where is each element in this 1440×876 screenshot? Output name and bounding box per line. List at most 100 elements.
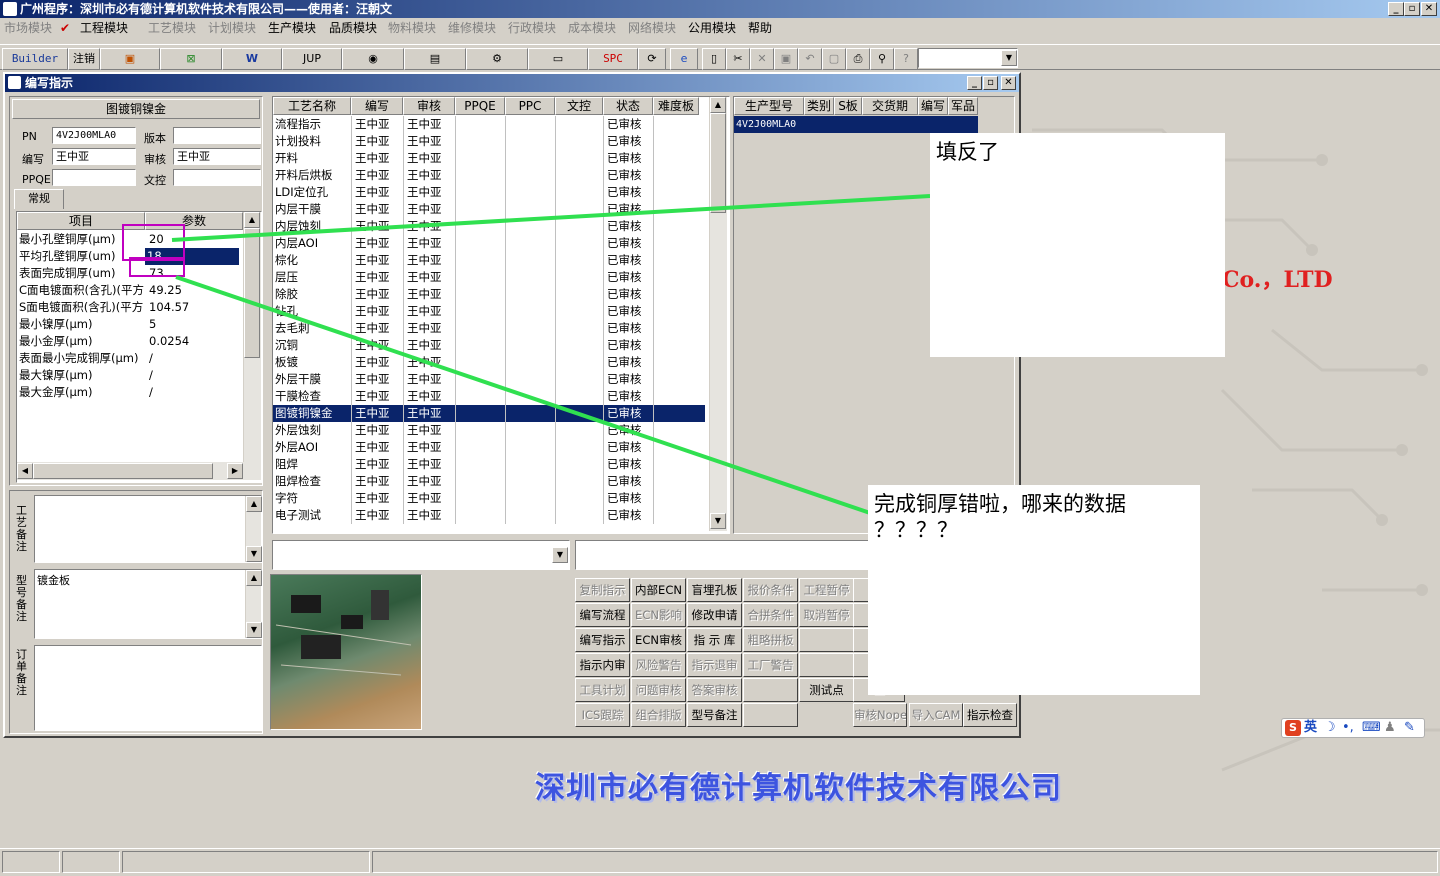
help-icon[interactable]: ? bbox=[894, 48, 918, 70]
param-value[interactable]: 49.25 bbox=[147, 282, 241, 299]
menu-maintenance[interactable]: 维修模块 bbox=[448, 19, 496, 37]
order-col-header[interactable]: 编写 bbox=[918, 97, 948, 115]
word-icon[interactable]: W bbox=[222, 48, 282, 70]
scroll-up-icon[interactable]: ▲ bbox=[246, 570, 262, 586]
action-button[interactable]: 测试点 bbox=[799, 678, 854, 702]
action-button[interactable]: 型号备注 bbox=[687, 703, 742, 727]
menu-cost[interactable]: 成本模块 bbox=[568, 19, 616, 37]
action-button[interactable]: 工程暂停 bbox=[799, 578, 854, 602]
menu-common[interactable]: 公用模块 bbox=[688, 19, 736, 37]
order-col-header[interactable]: 交货期 bbox=[862, 97, 918, 115]
process-row[interactable]: 内层干膜 王中亚 王中亚 已审核 bbox=[273, 201, 705, 218]
process-row[interactable]: 外层干膜 王中亚 王中亚 已审核 bbox=[273, 371, 705, 388]
action-button[interactable]: 编写流程 bbox=[575, 603, 630, 627]
keyboard-icon[interactable]: ⌨ bbox=[1362, 719, 1381, 737]
action-button[interactable]: 合拼条件 bbox=[743, 603, 798, 627]
undo-icon[interactable]: ↶ bbox=[798, 48, 822, 70]
find-icon[interactable]: ⚲ bbox=[870, 48, 894, 70]
param-value[interactable]: / bbox=[147, 384, 241, 401]
menu-material[interactable]: 物料模块 bbox=[388, 19, 436, 37]
action-button[interactable]: 工厂警告 bbox=[743, 653, 798, 677]
moon-icon[interactable]: ☽ bbox=[1324, 719, 1336, 737]
menu-market[interactable]: 市场模块 bbox=[4, 19, 52, 37]
action-button[interactable]: 风险警告 bbox=[631, 653, 686, 677]
process-col-header[interactable]: 编写 bbox=[351, 97, 403, 115]
order-col-header[interactable]: 生产型号 bbox=[734, 97, 804, 115]
action-button[interactable]: 指示内审 bbox=[575, 653, 630, 677]
window-restore-icon[interactable]: ▫ bbox=[983, 76, 998, 90]
action-button[interactable]: 指示退审 bbox=[687, 653, 742, 677]
process-row[interactable]: 去毛刺 王中亚 王中亚 已审核 bbox=[273, 320, 705, 337]
param-row[interactable]: 最小金厚(μm) 0.0254 bbox=[17, 333, 243, 350]
param-row[interactable]: 最小镍厚(μm) 5 bbox=[17, 316, 243, 333]
order-col-header[interactable]: 类别 bbox=[804, 97, 834, 115]
window-close-icon[interactable]: ✕ bbox=[1001, 76, 1016, 90]
order-remark-field[interactable] bbox=[34, 645, 262, 731]
param-value[interactable]: 0.0254 bbox=[147, 333, 241, 350]
action-button[interactable]: 答案审核 bbox=[687, 678, 742, 702]
eye-icon[interactable]: ◉ bbox=[342, 48, 404, 70]
process-row[interactable]: 字符 王中亚 王中亚 已审核 bbox=[273, 490, 705, 507]
param-value[interactable]: / bbox=[147, 350, 241, 367]
action-button[interactable] bbox=[743, 703, 798, 727]
menu-engineering[interactable]: 工程模块 bbox=[80, 19, 128, 37]
refresh-icon[interactable]: ⟳ bbox=[638, 48, 666, 70]
process-col-header[interactable]: 状态 bbox=[603, 97, 653, 115]
process-row[interactable]: 内层蚀刻 王中亚 王中亚 已审核 bbox=[273, 218, 705, 235]
menu-plan[interactable]: 计划模块 bbox=[208, 19, 256, 37]
action-button[interactable]: 组合排版 bbox=[631, 703, 686, 727]
chevron-down-icon[interactable]: ▼ bbox=[552, 547, 568, 563]
param-row[interactable]: 最大镍厚(μm) / bbox=[17, 367, 243, 384]
ie-icon[interactable]: e bbox=[670, 48, 698, 70]
process-row[interactable]: 电子测试 王中亚 王中亚 已审核 bbox=[273, 507, 705, 524]
ppqe-field[interactable] bbox=[52, 169, 136, 186]
menu-production[interactable]: 生产模块 bbox=[268, 19, 316, 37]
process-row[interactable]: 层压 王中亚 王中亚 已审核 bbox=[273, 269, 705, 286]
builder-button[interactable]: Builder bbox=[2, 48, 68, 70]
process-row[interactable]: 沉铜 王中亚 王中亚 已审核 bbox=[273, 337, 705, 354]
process-row[interactable]: 阻焊检查 王中亚 王中亚 已审核 bbox=[273, 473, 705, 490]
action-button[interactable]: ECN影响 bbox=[631, 603, 686, 627]
menu-network[interactable]: 网络模块 bbox=[628, 19, 676, 37]
delete-icon[interactable]: ✕ bbox=[750, 48, 774, 70]
scroll-up-icon[interactable]: ▲ bbox=[246, 496, 262, 512]
process-vscroll[interactable]: ▲ ▼ bbox=[709, 97, 727, 531]
close-icon[interactable]: ✕ bbox=[1421, 2, 1437, 16]
process-row[interactable]: 棕化 王中亚 王中亚 已审核 bbox=[273, 252, 705, 269]
param-col-value[interactable]: 参数 bbox=[145, 212, 243, 230]
action-button[interactable]: 导入CAM bbox=[909, 703, 963, 727]
jup-button[interactable]: JUP bbox=[282, 48, 342, 70]
logout-button[interactable]: 注销 bbox=[68, 48, 100, 70]
process-row[interactable]: 钻孔 王中亚 王中亚 已审核 bbox=[273, 303, 705, 320]
action-button[interactable]: 盲埋孔板 bbox=[687, 578, 742, 602]
punct-icon[interactable]: •, bbox=[1342, 719, 1354, 737]
action-button[interactable]: 粗略拼板 bbox=[743, 628, 798, 652]
action-button[interactable]: 指示检查 bbox=[963, 703, 1017, 727]
process-row[interactable]: LDI定位孔 王中亚 王中亚 已审核 bbox=[273, 184, 705, 201]
cut-icon[interactable]: ✂ bbox=[726, 48, 750, 70]
param-row[interactable]: 最小孔壁铜厚(μm) 20 bbox=[17, 231, 243, 248]
minimize-icon[interactable]: _ bbox=[1388, 2, 1404, 16]
restore-icon[interactable]: ▫ bbox=[1404, 2, 1420, 16]
sogou-icon[interactable]: S bbox=[1285, 720, 1301, 736]
process-row[interactable]: 开料 王中亚 王中亚 已审核 bbox=[273, 150, 705, 167]
scroll-down-icon[interactable]: ▼ bbox=[246, 622, 262, 638]
craft-remark-field[interactable]: ▲ ▼ bbox=[34, 495, 262, 563]
doc-control-field[interactable] bbox=[173, 169, 261, 186]
param-row[interactable]: 表面最小完成铜厚(μm) / bbox=[17, 350, 243, 367]
action-button[interactable] bbox=[799, 653, 854, 677]
process-row[interactable]: 流程指示 王中亚 王中亚 已审核 bbox=[273, 116, 705, 133]
process-row[interactable]: 除胶 王中亚 王中亚 已审核 bbox=[273, 286, 705, 303]
toolbar-combo[interactable]: ▼ bbox=[918, 48, 1018, 68]
process-row[interactable]: 阻焊 王中亚 王中亚 已审核 bbox=[273, 456, 705, 473]
process-col-header[interactable]: 工艺名称 bbox=[273, 97, 351, 115]
preview-icon[interactable]: ▢ bbox=[822, 48, 846, 70]
database-icon[interactable]: ▤ bbox=[404, 48, 466, 70]
version-field[interactable] bbox=[173, 127, 261, 144]
action-button[interactable]: 复制指示 bbox=[575, 578, 630, 602]
tab-general[interactable]: 常规 bbox=[14, 189, 64, 209]
process-row[interactable]: 板镀 王中亚 王中亚 已审核 bbox=[273, 354, 705, 371]
param-hscroll[interactable]: ◀ ▶ bbox=[17, 462, 261, 480]
menu-craft[interactable]: 工艺模块 bbox=[148, 19, 196, 37]
param-value[interactable]: 73 bbox=[147, 265, 241, 282]
